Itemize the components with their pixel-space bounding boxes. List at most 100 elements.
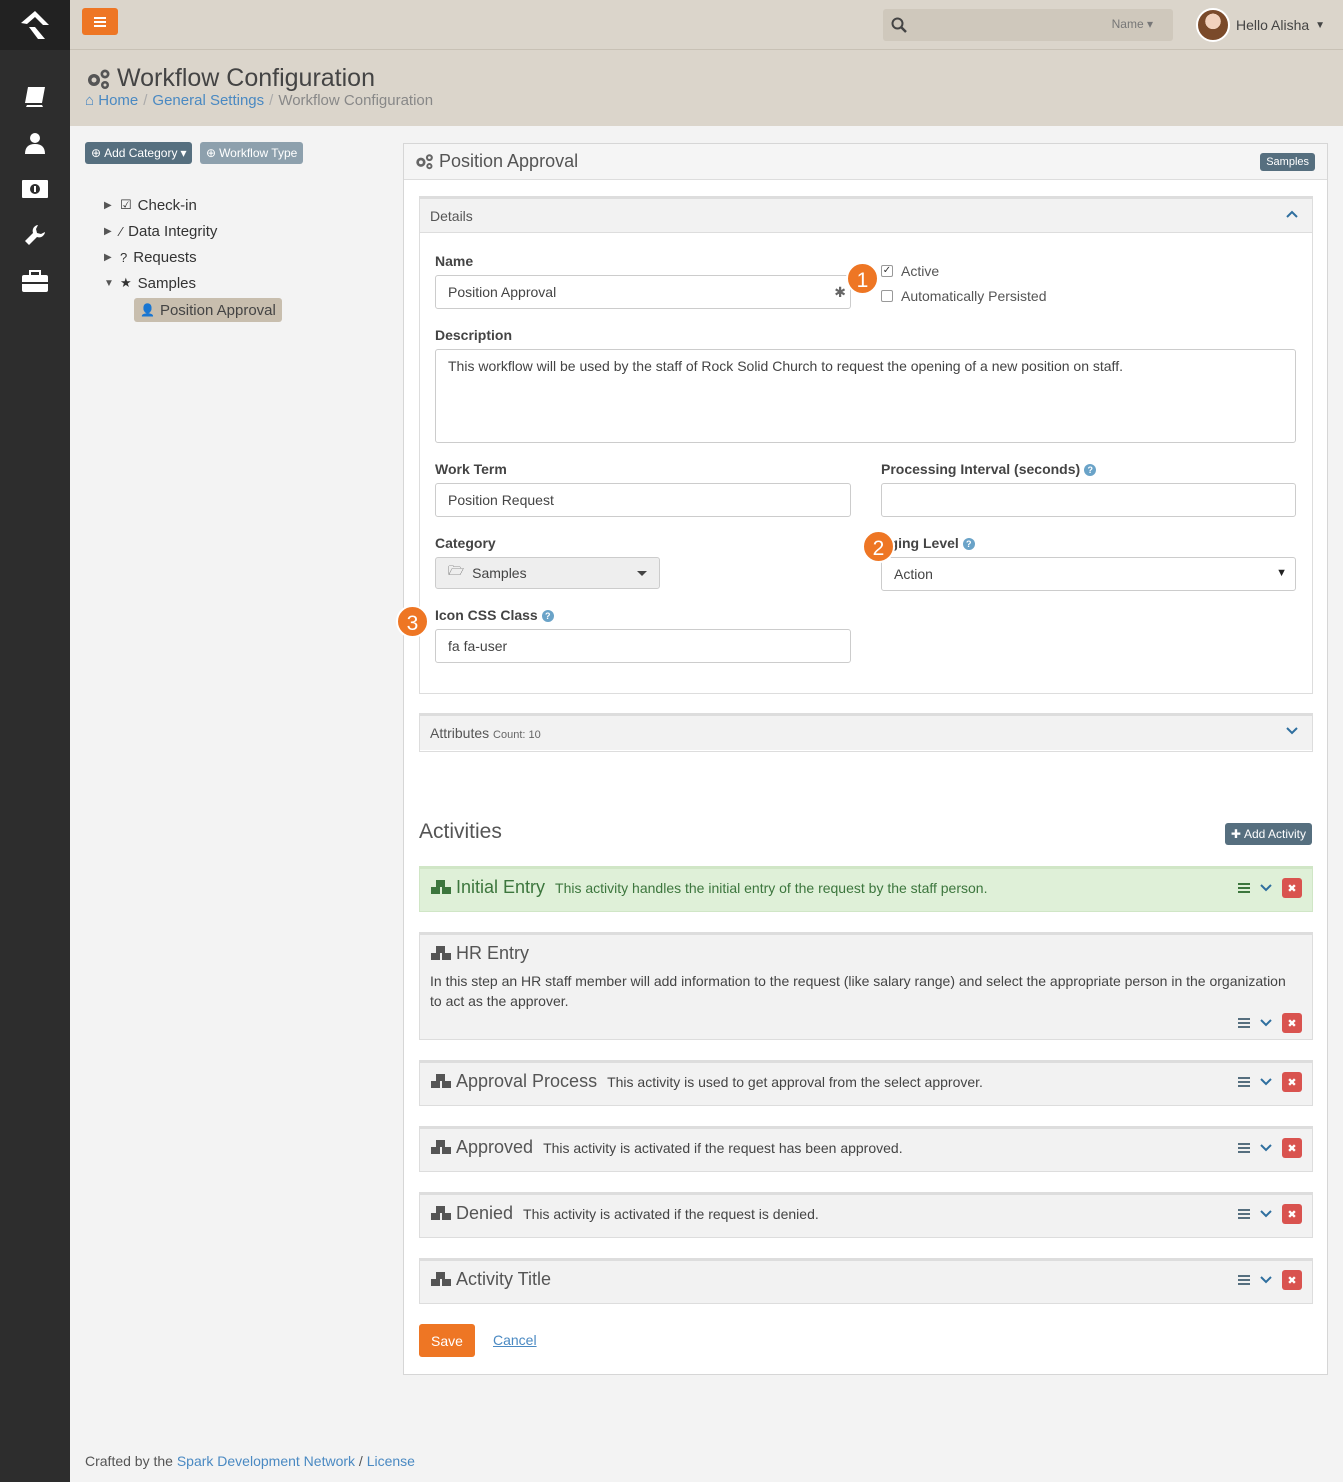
chevron-down-icon[interactable] — [1260, 1210, 1272, 1218]
reorder-handle-icon[interactable] — [1238, 1143, 1250, 1153]
activity-description: This activity handles the initial entry … — [555, 880, 988, 896]
activity-name-text: Activity Title — [456, 1269, 552, 1289]
reorder-handle-icon[interactable] — [1238, 1209, 1250, 1219]
reorder-handle-icon[interactable] — [1238, 1018, 1250, 1028]
nav-book-icon[interactable] — [0, 74, 70, 120]
callout-badge-3: 3 — [396, 605, 429, 638]
description-textarea[interactable]: This workflow will be used by the staff … — [435, 349, 1296, 443]
activity-header: Denied This activity is activated if the… — [430, 1203, 819, 1224]
attributes-header[interactable]: Attributes Count: 10 — [420, 716, 1312, 750]
nav-person-icon[interactable] — [0, 120, 70, 166]
search-scope-dropdown[interactable]: Name ▾ — [1112, 17, 1153, 31]
close-icon: ✖ — [1287, 882, 1297, 895]
menu-toggle-button[interactable] — [82, 8, 118, 35]
save-button[interactable]: Save — [419, 1324, 475, 1357]
panel-title-text: Position Approval — [439, 151, 579, 171]
activity-description: This activity is used to get approval fr… — [607, 1074, 983, 1090]
work-term-field[interactable]: Position Request — [435, 483, 851, 517]
active-checkbox[interactable]: ✓ Active — [881, 263, 939, 279]
footer-license-link[interactable]: License — [367, 1453, 415, 1469]
tree-item-data-integrity[interactable]: ▶ ⁄ Data Integrity — [104, 218, 364, 244]
add-category-button[interactable]: ⊕ Add Category ▾ — [85, 142, 193, 164]
chevron-down-icon[interactable] — [1286, 727, 1298, 735]
caret-right-icon[interactable]: ▶ — [104, 200, 114, 211]
category-value: Samples — [472, 565, 527, 581]
activity-tools: ✖ — [1238, 1013, 1302, 1033]
chevron-down-icon: ▼ — [1315, 19, 1326, 31]
tree-item-label: Requests — [133, 248, 197, 266]
reorder-handle-icon[interactable] — [1238, 1275, 1250, 1285]
tree-item-label: Data Integrity — [128, 222, 218, 240]
delete-activity-button[interactable]: ✖ — [1282, 1270, 1302, 1290]
name-value: Position Approval — [448, 284, 557, 300]
add-workflow-type-button[interactable]: ⊕ Workflow Type — [200, 142, 304, 164]
page-header: Workflow Configuration ⌂ Home / General Se… — [70, 50, 1343, 126]
cancel-link[interactable]: Cancel — [493, 1332, 537, 1348]
chevron-down-icon[interactable] — [1260, 1019, 1272, 1027]
delete-activity-button[interactable]: ✖ — [1282, 1072, 1302, 1092]
activity-name: Initial Entry — [430, 877, 545, 898]
tree-item-position-approval[interactable]: 👤 Position Approval — [134, 298, 282, 322]
breadcrumb-general-settings[interactable]: General Settings — [152, 92, 264, 109]
search-icon — [891, 17, 907, 33]
processing-interval-field[interactable] — [881, 483, 1296, 517]
greeting-text: Hello Alisha — [1236, 17, 1310, 33]
tree-item-requests[interactable]: ▶ ? Requests — [104, 244, 364, 270]
left-nav-rail — [0, 0, 70, 1482]
nav-briefcase-icon[interactable] — [0, 258, 70, 304]
activity-approval-process[interactable]: Approval Process This activity is used t… — [419, 1060, 1313, 1106]
activity-name-text: HR Entry — [456, 943, 530, 963]
workflow-type-panel: Position Approval Samples Details Name P… — [403, 143, 1328, 1375]
add-activity-button[interactable]: ✚ Add Activity — [1224, 823, 1312, 845]
breadcrumb-home-label: Home — [98, 92, 139, 109]
delete-activity-button[interactable]: ✖ — [1282, 878, 1302, 898]
caret-down-icon: ▾ — [180, 146, 187, 160]
chevron-up-icon[interactable] — [1286, 210, 1298, 218]
user-icon: 👤 — [140, 303, 155, 317]
activity-initial-entry[interactable]: Initial Entry This activity handles the … — [419, 866, 1313, 912]
reorder-handle-icon[interactable] — [1238, 883, 1250, 893]
delete-activity-button[interactable]: ✖ — [1282, 1204, 1302, 1224]
footer-spark-link[interactable]: Spark Development Network — [177, 1453, 355, 1469]
processing-interval-label-text: Processing Interval (seconds) — [881, 461, 1081, 477]
nav-wrench-icon[interactable] — [0, 212, 70, 258]
chevron-down-icon[interactable] — [1260, 1276, 1272, 1284]
icon-css-class-field[interactable]: fa fa-user — [435, 629, 851, 663]
nav-money-icon[interactable] — [0, 166, 70, 212]
activity-tools: ✖ — [1238, 878, 1302, 898]
add-activity-label: Add Activity — [1243, 827, 1306, 841]
footer-separator: / — [358, 1453, 363, 1469]
persisted-checkbox[interactable]: Automatically Persisted — [881, 288, 1047, 304]
activity-denied[interactable]: Denied This activity is activated if the… — [419, 1192, 1313, 1238]
chevron-down-icon[interactable] — [1260, 884, 1272, 892]
logging-level-select[interactable]: Action ▼ — [881, 557, 1296, 591]
activity-hr-entry[interactable]: HR Entry In this step an HR staff member… — [419, 932, 1313, 1040]
category-picker[interactable]: 🗁 Samples — [435, 557, 660, 589]
cubes-icon — [431, 880, 451, 894]
help-icon[interactable]: ? — [1084, 464, 1097, 476]
caret-right-icon[interactable]: ▶ — [104, 252, 114, 263]
plus-circle-icon: ⊕ — [206, 146, 217, 160]
activity-header: Approval Process This activity is used t… — [430, 1071, 983, 1092]
chevron-down-icon[interactable] — [1260, 1144, 1272, 1152]
search-input[interactable]: Name ▾ — [883, 9, 1173, 41]
chevron-down-icon[interactable] — [1260, 1078, 1272, 1086]
user-menu[interactable]: Hello Alisha ▼ — [1196, 7, 1325, 43]
help-icon[interactable]: ? — [962, 538, 975, 550]
activity-new[interactable]: Activity Title ✖ — [419, 1258, 1313, 1304]
persisted-label: Automatically Persisted — [901, 288, 1047, 304]
reorder-handle-icon[interactable] — [1238, 1077, 1250, 1087]
rock-logo[interactable] — [0, 0, 70, 50]
delete-activity-button[interactable]: ✖ — [1282, 1013, 1302, 1033]
details-header[interactable]: Details — [420, 199, 1312, 233]
attributes-title-text: Attributes — [430, 725, 490, 741]
delete-activity-button[interactable]: ✖ — [1282, 1138, 1302, 1158]
help-icon[interactable]: ? — [541, 610, 554, 622]
tree-item-check-in[interactable]: ▶ ☑ Check-in — [104, 192, 364, 218]
caret-right-icon[interactable]: ▶ — [104, 226, 114, 237]
activity-approved[interactable]: Approved This activity is activated if t… — [419, 1126, 1313, 1172]
breadcrumb-home[interactable]: ⌂ Home — [85, 92, 138, 109]
caret-down-icon[interactable]: ▼ — [104, 278, 114, 289]
name-field[interactable]: Position Approval ✱ — [435, 275, 851, 309]
tree-item-samples[interactable]: ▼ ★ Samples — [104, 270, 364, 296]
